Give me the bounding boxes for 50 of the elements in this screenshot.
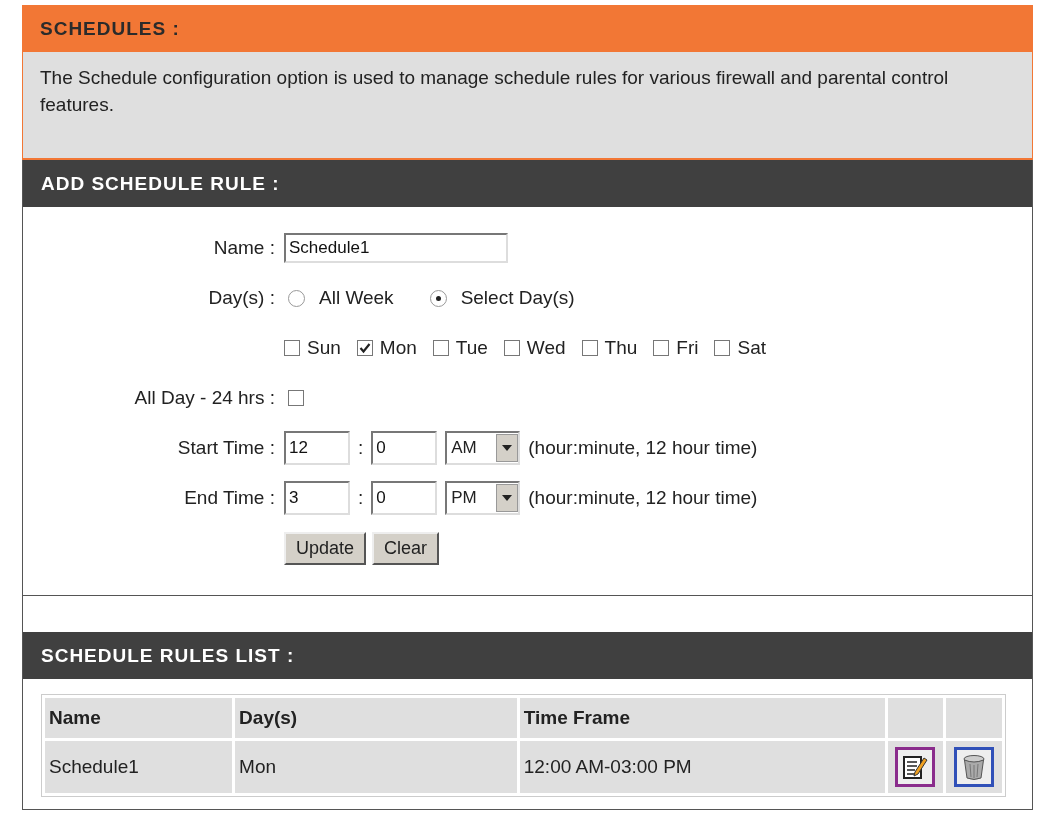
checkbox[interactable] <box>714 340 731 356</box>
field-label: All Day - 24 hrs : <box>133 387 275 409</box>
checkbox[interactable] <box>288 390 304 406</box>
section-header: SCHEDULE RULES LIST : <box>23 632 1032 679</box>
form-button[interactable]: Update <box>284 531 367 565</box>
delete-button[interactable] <box>954 747 995 787</box>
table-cell: Schedule1 <box>45 741 233 793</box>
checkbox-label: Sat <box>737 337 766 359</box>
hour-field[interactable]: 12 <box>284 431 350 465</box>
checkbox[interactable] <box>581 340 598 356</box>
checkbox-label: Mon <box>379 337 417 359</box>
period-dropdown[interactable]: AM <box>445 431 521 465</box>
section-header: ADD SCHEDULE RULE : <box>23 160 1032 207</box>
time-separator: : <box>358 437 364 459</box>
hint-text: (hour:minute, 12 hour time) <box>528 437 758 459</box>
checkbox[interactable] <box>432 340 449 356</box>
column-header: Time Frame <box>519 698 885 738</box>
time-separator: : <box>358 487 364 509</box>
section-header: SCHEDULES : <box>22 5 1033 52</box>
radio-label: All Week <box>319 287 394 309</box>
checkbox-label: Tue <box>455 337 488 359</box>
checkbox[interactable] <box>653 340 670 356</box>
minute-field[interactable]: 0 <box>371 481 438 515</box>
column-header: Day(s) <box>235 698 517 738</box>
checkbox-label: Wed <box>526 337 566 359</box>
field-label: Start Time : <box>176 437 275 459</box>
minute-field[interactable]: 0 <box>371 431 438 465</box>
hint-text: (hour:minute, 12 hour time) <box>528 487 758 509</box>
checkbox[interactable] <box>503 340 520 356</box>
table-cell: 12:00 AM-03:00 PM <box>519 741 885 793</box>
checkbox-label: Thu <box>604 337 638 359</box>
field-label: Name : <box>212 237 275 259</box>
checkbox-label: Sun <box>307 337 341 359</box>
hour-field[interactable]: 3 <box>284 481 350 515</box>
edit-button[interactable] <box>895 747 936 787</box>
name-field[interactable]: Schedule1 <box>284 233 508 263</box>
radio-button[interactable] <box>288 289 305 307</box>
checkbox-label: Fri <box>676 337 699 359</box>
form-button[interactable]: Clear <box>372 531 440 565</box>
notepad-pencil-icon <box>901 753 930 781</box>
checkbox[interactable] <box>284 340 300 356</box>
field-label: End Time : <box>183 487 275 509</box>
radio-button[interactable] <box>429 289 447 307</box>
description-text: The Schedule configuration option is used to manage schedule rules for various firewall and parental control features. <box>40 66 950 117</box>
period-dropdown[interactable]: PM <box>445 481 521 515</box>
column-header: Name <box>45 698 233 738</box>
checkbox[interactable] <box>356 340 373 356</box>
table-cell: Mon <box>235 741 517 793</box>
radio-label: Select Day(s) <box>460 287 575 309</box>
field-label: Day(s) : <box>207 287 275 309</box>
